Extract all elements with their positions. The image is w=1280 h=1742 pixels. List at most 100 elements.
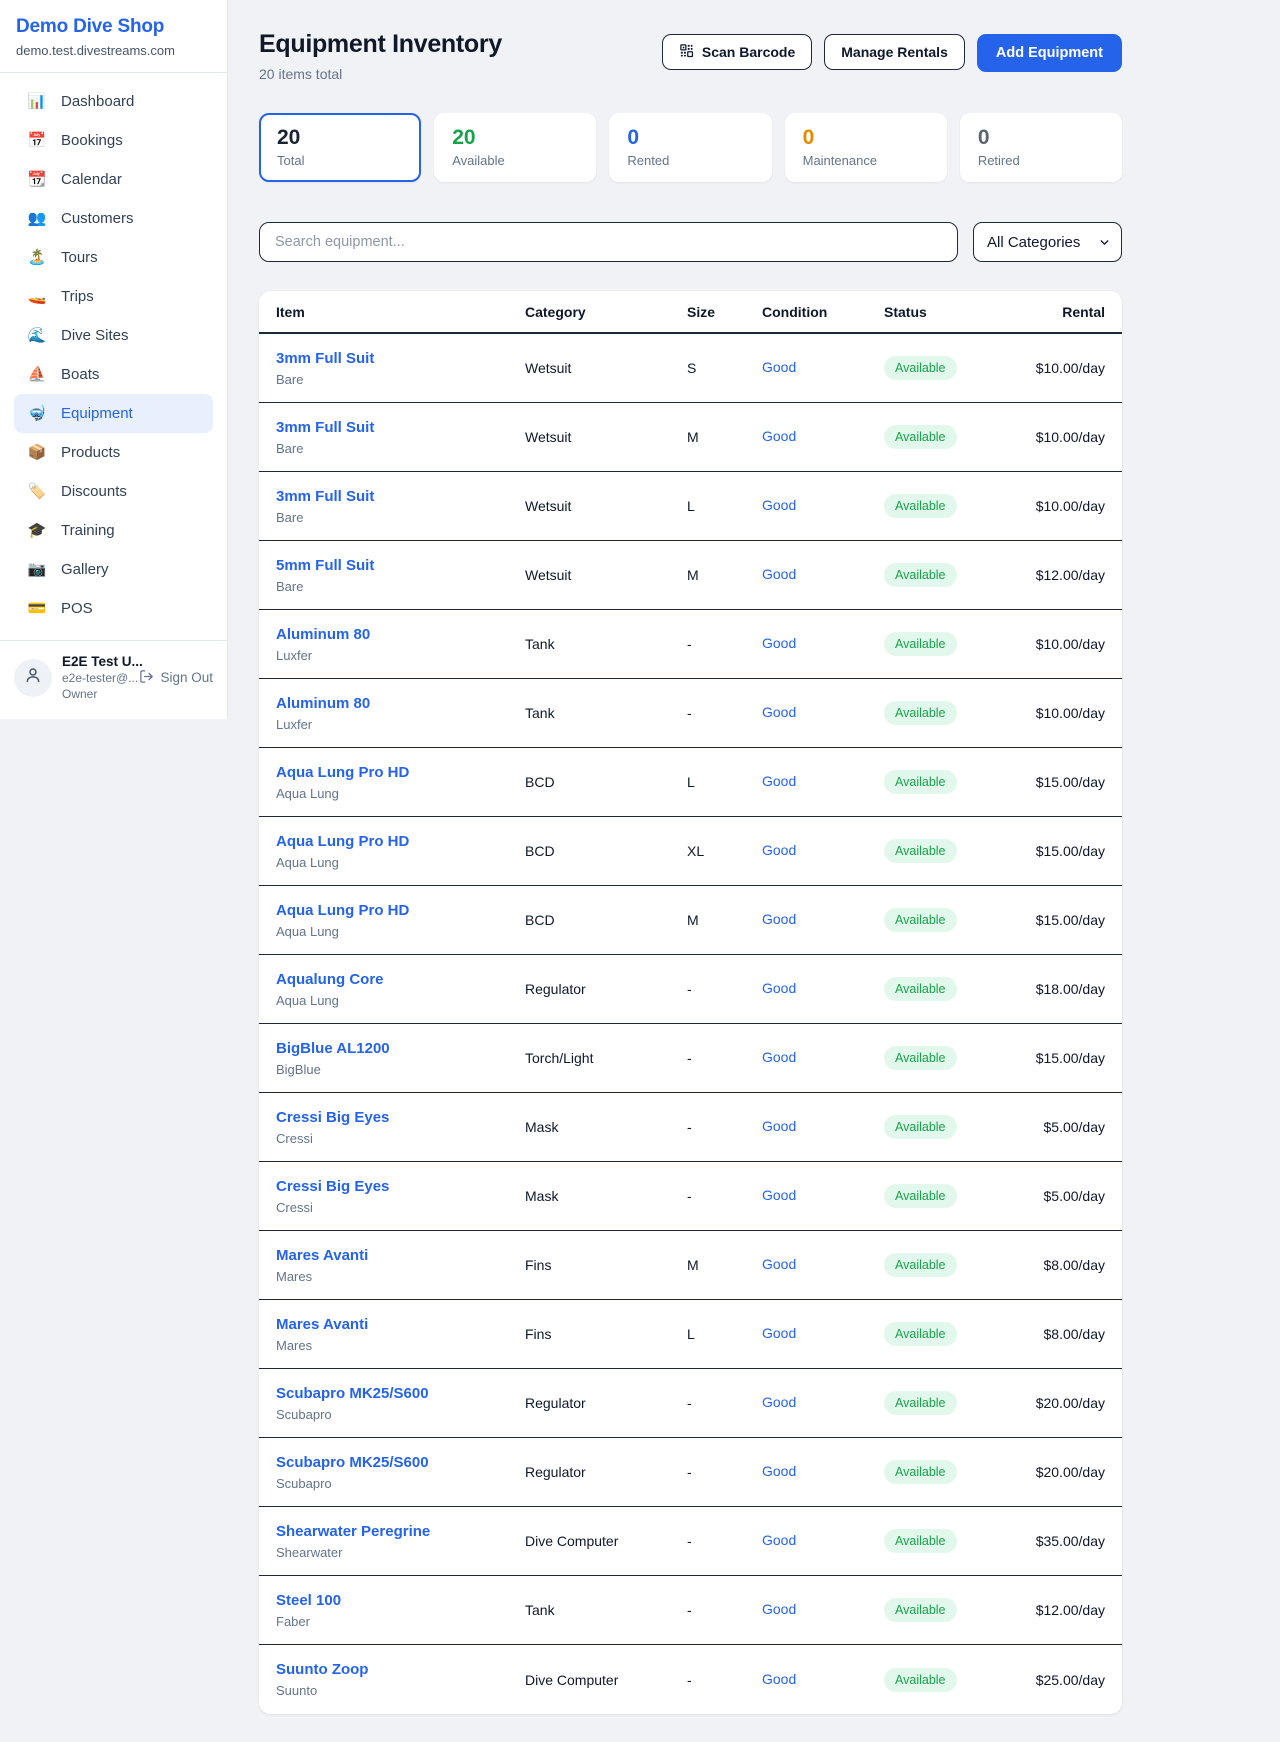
item-size: - [687,1672,762,1688]
item-name-link[interactable]: Scubapro MK25/S600 [276,1454,429,1471]
sidebar-item-boats[interactable]: ⛵ Boats [14,355,213,394]
equipment-table: Item Category Size Condition Status Rent… [259,291,1122,1714]
nav-item-icon: 🚤 [27,289,47,304]
nav-item-label: Dashboard [61,93,134,110]
sidebar-item-customers[interactable]: 👥 Customers [14,199,213,238]
stat-card-available[interactable]: 20 Available [434,113,596,182]
stat-card-rented[interactable]: 0 Rented [609,113,771,182]
user-block: E2E Test U... e2e-tester@... Owner Sign … [0,640,227,713]
sidebar-item-products[interactable]: 📦 Products [14,433,213,472]
item-name-link[interactable]: Mares Avanti [276,1316,368,1333]
stat-card-maintenance[interactable]: 0 Maintenance [785,113,947,182]
item-name-link[interactable]: Aluminum 80 [276,626,370,643]
filter-row: All Categories [259,222,1122,262]
column-header-category: Category [525,304,687,320]
item-name-link[interactable]: Aluminum 80 [276,695,370,712]
stat-label: Retired [978,153,1104,168]
page-title: Equipment Inventory [259,30,502,59]
item-size: S [687,360,762,376]
sidebar-item-discounts[interactable]: 🏷️ Discounts [14,472,213,511]
item-condition-link[interactable]: Good [762,1532,796,1548]
item-brand: BigBlue [276,1062,525,1077]
search-input[interactable] [259,222,958,262]
sidebar-item-bookings[interactable]: 📅 Bookings [14,121,213,160]
item-brand: Shearwater [276,1545,525,1560]
item-name-link[interactable]: Aqua Lung Pro HD [276,833,409,850]
item-name-link[interactable]: 3mm Full Suit [276,419,374,436]
stat-card-total[interactable]: 20 Total [259,113,421,182]
scan-barcode-button[interactable]: Scan Barcode [662,34,812,70]
column-header-item: Item [276,304,525,320]
item-name-link[interactable]: 3mm Full Suit [276,488,374,505]
item-name-link[interactable]: Steel 100 [276,1592,341,1609]
stat-card-retired[interactable]: 0 Retired [960,113,1122,182]
item-condition-link[interactable]: Good [762,1187,796,1203]
brand-title[interactable]: Demo Dive Shop [16,16,211,38]
item-name-link[interactable]: Mares Avanti [276,1247,368,1264]
item-name-link[interactable]: Cressi Big Eyes [276,1109,389,1126]
item-name-link[interactable]: Suunto Zoop [276,1661,368,1678]
status-badge: Available [884,356,957,380]
stat-value: 0 [978,126,1104,150]
item-condition-link[interactable]: Good [762,359,796,375]
item-name-link[interactable]: Shearwater Peregrine [276,1523,430,1540]
item-name-link[interactable]: Cressi Big Eyes [276,1178,389,1195]
item-condition-link[interactable]: Good [762,1463,796,1479]
item-condition-link[interactable]: Good [762,842,796,858]
sidebar-item-training[interactable]: 🎓 Training [14,511,213,550]
item-category: Regulator [525,1464,687,1480]
sidebar-item-equipment[interactable]: 🤿 Equipment [14,394,213,433]
sidebar-item-trips[interactable]: 🚤 Trips [14,277,213,316]
column-header-size: Size [687,304,762,320]
item-size: - [687,636,762,652]
item-condition-link[interactable]: Good [762,1118,796,1134]
item-name-link[interactable]: Aqua Lung Pro HD [276,902,409,919]
item-rental: $10.00/day [1024,498,1105,514]
sidebar-item-dive-sites[interactable]: 🌊 Dive Sites [14,316,213,355]
item-condition-link[interactable]: Good [762,1601,796,1617]
table-row: 3mm Full Suit Bare Wetsuit L Good Availa… [259,472,1122,541]
category-select[interactable]: All Categories [974,223,1121,261]
item-condition-link[interactable]: Good [762,1671,796,1687]
sidebar-item-pos[interactable]: 💳 POS [14,589,213,628]
item-condition-link[interactable]: Good [762,1256,796,1272]
nav-item-label: Products [61,444,120,461]
item-condition-link[interactable]: Good [762,566,796,582]
sidebar-item-tours[interactable]: 🏝️ Tours [14,238,213,277]
sign-out-button[interactable]: Sign Out [139,669,213,687]
item-condition-link[interactable]: Good [762,635,796,651]
item-condition-link[interactable]: Good [762,704,796,720]
item-condition-link[interactable]: Good [762,428,796,444]
item-name-link[interactable]: Aqualung Core [276,971,384,988]
item-condition-link[interactable]: Good [762,980,796,996]
item-condition-link[interactable]: Good [762,1325,796,1341]
item-category: Fins [525,1326,687,1342]
item-size: - [687,1395,762,1411]
item-condition-link[interactable]: Good [762,1049,796,1065]
sidebar-item-gallery[interactable]: 📷 Gallery [14,550,213,589]
item-brand: Scubapro [276,1407,525,1422]
item-condition-link[interactable]: Good [762,1394,796,1410]
item-name-link[interactable]: BigBlue AL1200 [276,1040,390,1057]
item-cell: Aqua Lung Pro HD Aqua Lung [276,764,525,801]
sidebar-item-calendar[interactable]: 📆 Calendar [14,160,213,199]
table-row: Aqualung Core Aqua Lung Regulator - Good… [259,955,1122,1024]
sidebar-item-dashboard[interactable]: 📊 Dashboard [14,82,213,121]
item-size: XL [687,843,762,859]
item-category: Wetsuit [525,360,687,376]
add-equipment-button[interactable]: Add Equipment [977,34,1122,72]
item-category: Tank [525,1602,687,1618]
item-condition-link[interactable]: Good [762,773,796,789]
status-badge: Available [884,1391,957,1415]
item-condition-link[interactable]: Good [762,911,796,927]
item-rental: $15.00/day [1024,1050,1105,1066]
item-name-link[interactable]: 5mm Full Suit [276,557,374,574]
nav-item-icon: 📷 [27,562,47,577]
item-condition-link[interactable]: Good [762,497,796,513]
item-name-link[interactable]: Aqua Lung Pro HD [276,764,409,781]
item-name-link[interactable]: 3mm Full Suit [276,350,374,367]
table-row: Cressi Big Eyes Cressi Mask - Good Avail… [259,1162,1122,1231]
main-content: Equipment Inventory 20 items total Scan … [228,0,1280,1714]
manage-rentals-button[interactable]: Manage Rentals [824,34,965,70]
item-name-link[interactable]: Scubapro MK25/S600 [276,1385,429,1402]
